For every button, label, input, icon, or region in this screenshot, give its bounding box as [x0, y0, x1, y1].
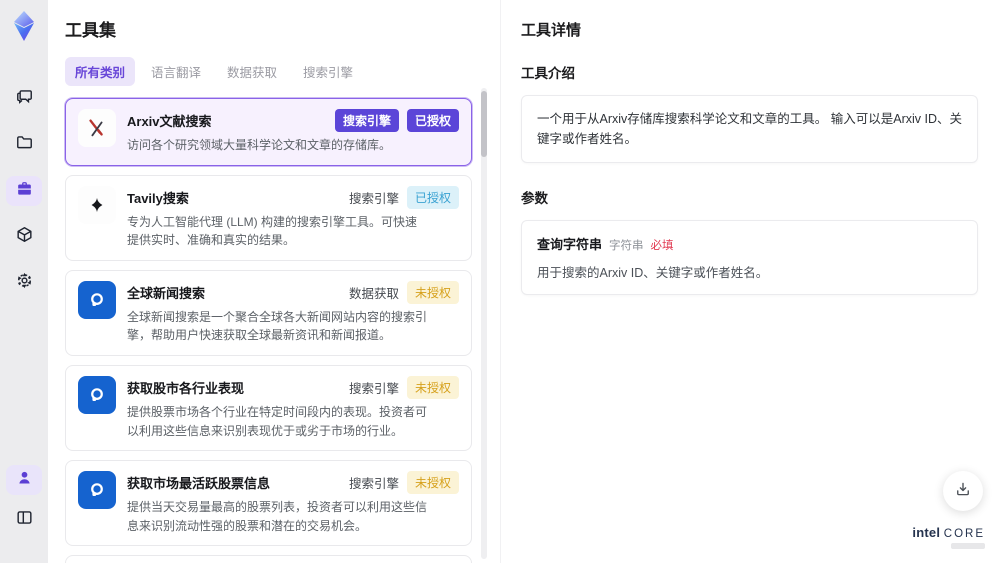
tool-details-panel: 工具详情 工具介绍 一个用于从Arxiv存储库搜索科学论文和文章的工具。 输入可…: [500, 0, 1000, 563]
tool-description: 提供股票市场各个行业在特定时间段内的表现。投资者可以利用这些信息来识别表现优于或…: [127, 404, 428, 438]
status-badge: 未授权: [406, 471, 459, 495]
tool-name: 获取股市各行业表现: [127, 380, 245, 396]
params-heading: 参数: [521, 191, 548, 206]
tool-name: 获取市场最活跃股票信息: [127, 476, 271, 492]
scrollbar-thumb[interactable]: [481, 91, 487, 157]
brand-intel-text: intel: [912, 525, 941, 540]
sidebar-item-models[interactable]: [6, 222, 42, 252]
brand-core-text: CORE: [943, 528, 985, 540]
gear-icon: [15, 271, 34, 295]
app-logo-icon: [8, 10, 40, 42]
tool-list-panel: 工具集 所有类别 语言翻译 数据获取 搜索引擎 Arxiv文献搜索 搜索引擎 已…: [48, 0, 500, 563]
intro-heading: 工具介绍: [521, 66, 575, 81]
arxiv-icon: [78, 109, 116, 147]
tool-card[interactable]: 万维地区新闻查询 搜索引擎 未授权 查询具体行政区划内的新闻，快速了解各地新闻动: [65, 555, 472, 563]
folder-icon: [15, 133, 34, 157]
category-tabs: 所有类别 语言翻译 数据获取 搜索引擎: [65, 57, 500, 86]
tab-translation[interactable]: 语言翻译: [141, 57, 211, 86]
toolbox-icon: [15, 179, 34, 203]
tab-all-categories[interactable]: 所有类别: [65, 57, 136, 86]
tool-description: 全球新闻搜索是一个聚合全球各大新闻网站内容的搜索引擎，帮助用户快速获取全球最新资…: [127, 309, 428, 343]
tool-description: 提供当天交易量最高的股票列表，投资者可以利用这些信息来识别流动性强的股票和潜在的…: [127, 500, 428, 533]
tool-name: 全球新闻搜索: [127, 285, 206, 301]
tool-description: 专为人工智能代理 (LLM) 构建的搜索引擎工具。可快速提供实时、准确和真实的结…: [127, 214, 418, 248]
tool-name: Arxiv文献搜索: [127, 114, 212, 129]
tool-card[interactable]: 全球新闻搜索 数据获取 未授权 全球新闻搜索是一个聚合全球各大新闻网站内容的搜索…: [65, 269, 472, 356]
news-search-icon: [78, 471, 116, 510]
param-type: 字符串: [609, 240, 644, 252]
sidebar-item-files[interactable]: [6, 130, 42, 160]
sparkle-icon: [78, 185, 116, 224]
status-badge: 已授权: [406, 109, 459, 132]
intel-core-logo: intel CORE: [912, 525, 985, 549]
page-title: 工具集: [65, 21, 116, 40]
tool-card-list: Arxiv文献搜索 搜索引擎 已授权 访问各个研究领域大量科学论文和文章的存储库…: [65, 98, 500, 563]
sidebar-item-account[interactable]: [6, 465, 42, 495]
download-icon: [954, 480, 972, 503]
icon-rail: [0, 0, 48, 563]
category-label: 搜索引擎: [348, 381, 399, 396]
tool-name: Tavily搜索: [127, 190, 189, 206]
sidebar-item-settings[interactable]: [6, 268, 42, 298]
intro-text: 一个用于从Arxiv存储库搜索科学论文和文章的工具。 输入可以是Arxiv ID…: [521, 95, 978, 163]
status-badge: 未授权: [406, 375, 459, 399]
chat-icon: [15, 87, 34, 111]
app-root: 工具集 所有类别 语言翻译 数据获取 搜索引擎 Arxiv文献搜索 搜索引擎 已…: [0, 0, 1000, 563]
sidebar-item-tools[interactable]: [6, 176, 42, 206]
sidebar-item-chat[interactable]: [6, 84, 42, 114]
category-badge: 搜索引擎: [334, 109, 399, 132]
details-title: 工具详情: [521, 22, 582, 39]
list-scrollbar[interactable]: [481, 88, 487, 559]
tab-search-engine[interactable]: 搜索引擎: [293, 57, 363, 86]
collapse-panel-icon: [15, 508, 34, 532]
param-card: 查询字符串 字符串 必填 用于搜索的Arxiv ID、关键字或作者姓名。: [521, 220, 978, 295]
news-search-icon: [78, 375, 116, 414]
tool-card[interactable]: 获取市场最活跃股票信息 搜索引擎 未授权 提供当天交易量最高的股票列表，投资者可…: [65, 460, 472, 547]
tool-card[interactable]: Tavily搜索 搜索引擎 已授权 专为人工智能代理 (LLM) 构建的搜索引擎…: [65, 174, 472, 261]
user-icon: [15, 468, 34, 492]
category-label: 搜索引擎: [348, 191, 399, 206]
tool-card[interactable]: Arxiv文献搜索 搜索引擎 已授权 访问各个研究领域大量科学论文和文章的存储库…: [65, 98, 472, 166]
news-search-icon: [78, 280, 116, 319]
tab-data-fetch[interactable]: 数据获取: [217, 57, 287, 86]
tool-card[interactable]: 获取股市各行业表现 搜索引擎 未授权 提供股票市场各个行业在特定时间段内的表现。…: [65, 364, 472, 452]
param-name: 查询字符串: [537, 237, 603, 252]
sidebar-item-collapse[interactable]: [6, 505, 42, 535]
category-label: 搜索引擎: [348, 477, 399, 492]
cube-icon: [15, 225, 34, 249]
param-description: 用于搜索的Arxiv ID、关键字或作者姓名。: [537, 266, 769, 280]
param-required-flag: 必填: [650, 240, 674, 252]
status-badge: 未授权: [406, 280, 459, 304]
download-button[interactable]: [943, 471, 983, 511]
category-label: 数据获取: [348, 286, 399, 301]
tool-description: 访问各个研究领域大量科学论文和文章的存储库。: [127, 138, 392, 152]
brand-sub-mark: [951, 543, 985, 549]
status-badge: 已授权: [406, 185, 459, 209]
